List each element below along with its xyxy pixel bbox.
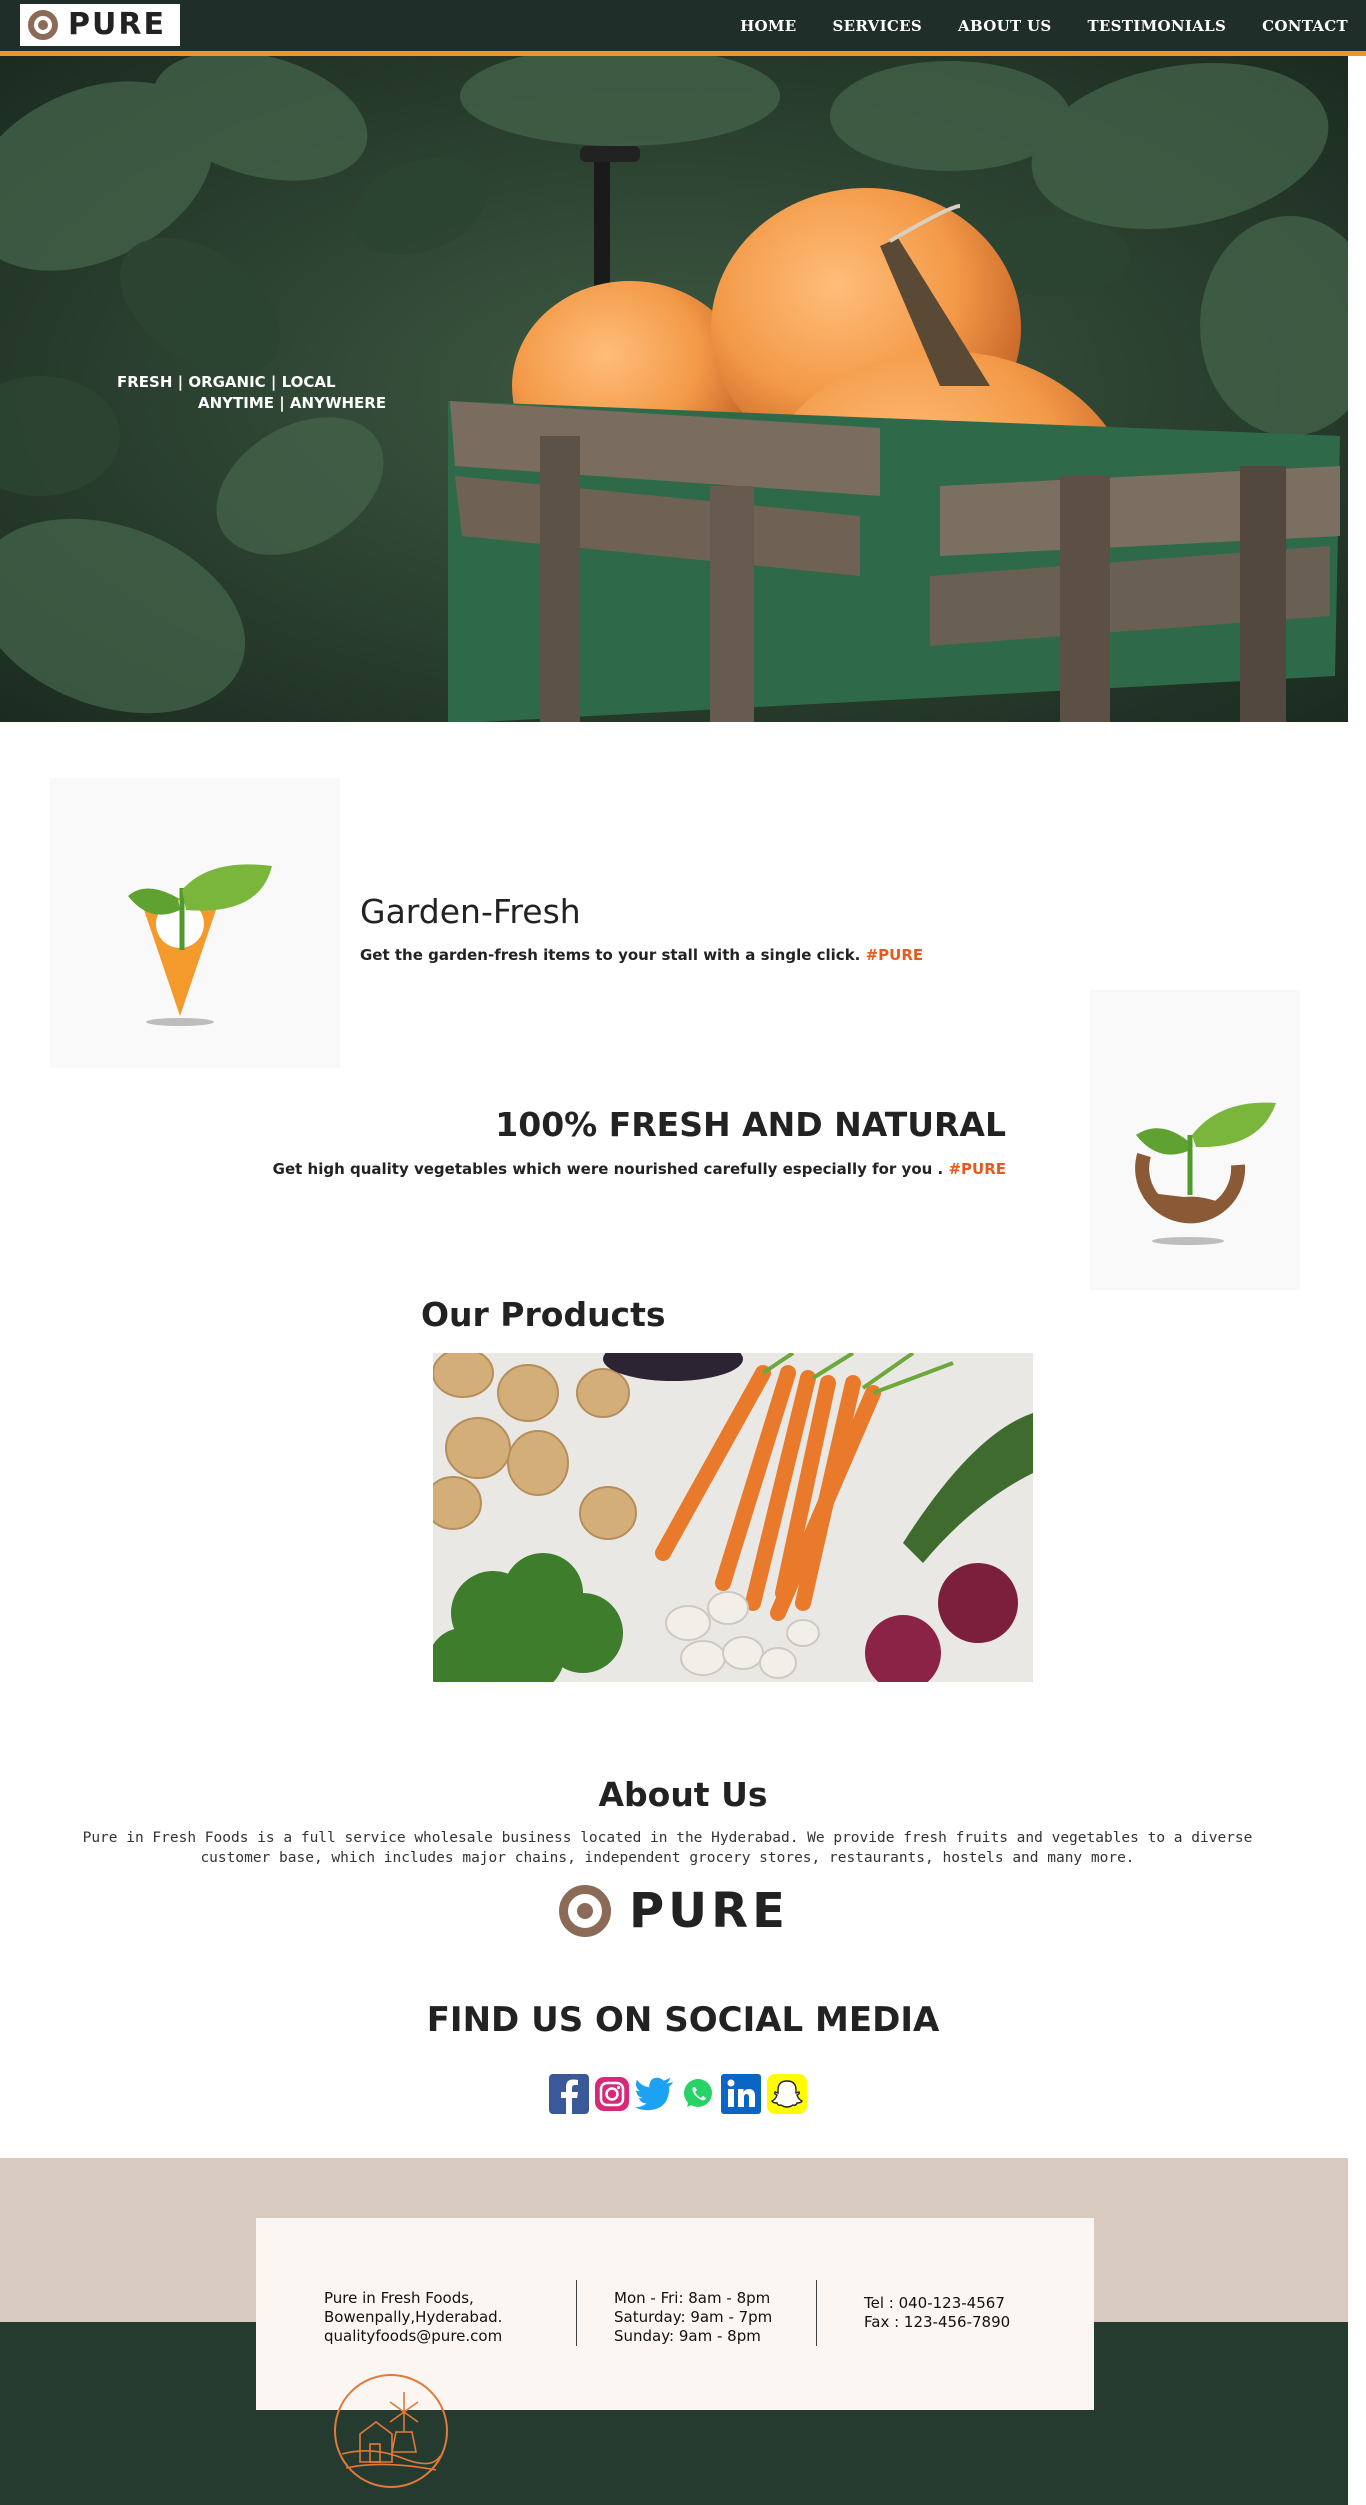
linkedin-icon[interactable] — [721, 2074, 761, 2114]
twitter-icon[interactable] — [635, 2074, 675, 2114]
nav-home[interactable]: HOME — [740, 17, 796, 35]
hero-banner: FRESH | ORGANIC | LOCAL ANYTIME | ANYWHE… — [0, 56, 1348, 722]
footer-divider — [576, 2280, 577, 2346]
feature-fresh-natural-desc: Get high quality vegetables which were n… — [272, 1160, 1006, 1178]
footer-phone[interactable]: Tel : 040-123-4567 — [864, 2294, 1010, 2313]
logo-wordmark: PURE — [629, 1883, 789, 1939]
logo-mark-icon — [559, 1885, 611, 1937]
social-title: FIND US ON SOCIAL MEDIA — [426, 2000, 940, 2040]
hashtag: #PURE — [865, 946, 924, 964]
social-icons — [549, 2074, 807, 2114]
footer-divider — [816, 2280, 817, 2346]
nav-testimonials[interactable]: TESTIMONIALS — [1087, 17, 1226, 35]
about-title: About Us — [598, 1775, 768, 1814]
facebook-icon[interactable] — [549, 2074, 589, 2114]
about-logo: PURE — [559, 1885, 789, 1937]
navbar: PURE HOME SERVICES ABOUT US TESTIMONIALS… — [0, 0, 1366, 56]
footer-fax: Fax : 123-456-7890 — [864, 2313, 1011, 2331]
footer-hours-line: Mon - Fri: 8am - 8pm — [614, 2289, 771, 2307]
snapchat-icon[interactable] — [767, 2074, 807, 2114]
products-image — [433, 1353, 1033, 1682]
footer-hours: Mon - Fri: 8am - 8pm Saturday: 9am - 7pm… — [614, 2289, 772, 2346]
logo-wordmark: PURE — [68, 7, 166, 42]
nav-about-us[interactable]: ABOUT US — [958, 17, 1051, 35]
nav-contact[interactable]: CONTACT — [1262, 17, 1348, 35]
nav-services[interactable]: SERVICES — [833, 17, 922, 35]
footer-address-line: Pure in Fresh Foods, — [324, 2289, 474, 2307]
main-nav: HOME SERVICES ABOUT US TESTIMONIALS CONT… — [740, 0, 1348, 51]
footer-address-line: Bowenpally,Hyderabad. — [324, 2308, 503, 2326]
feature-garden-fresh-desc: Get the garden-fresh items to your stall… — [360, 946, 924, 964]
footer-hours-line: Sunday: 9am - 8pm — [614, 2327, 761, 2345]
footer-contact: Tel : 040-123-4567 Fax : 123-456-7890 — [864, 2294, 1010, 2332]
hero-tagline: FRESH | ORGANIC | LOCAL ANYTIME | ANYWHE… — [117, 372, 386, 414]
footer-address: Pure in Fresh Foods, Bowenpally,Hyderaba… — [324, 2289, 502, 2346]
feature-garden-fresh-title: Garden-Fresh — [360, 892, 581, 931]
hero-tagline-line2: ANYTIME | ANYWHERE — [198, 394, 387, 412]
footer-email[interactable]: qualityfoods@pure.com — [324, 2327, 502, 2346]
hero-tagline-line1: FRESH | ORGANIC | LOCAL — [117, 373, 336, 391]
windmill-emblem-icon — [334, 2374, 448, 2488]
whatsapp-icon[interactable] — [681, 2074, 715, 2114]
brand-logo[interactable]: PURE — [20, 4, 180, 46]
about-text: Pure in Fresh Foods is a full service wh… — [82, 1830, 1253, 1866]
instagram-icon[interactable] — [595, 2077, 629, 2111]
location-leaf-icon — [128, 864, 272, 1026]
products-title: Our Products — [421, 1295, 666, 1334]
feature-fresh-natural-title: 100% FRESH AND NATURAL — [495, 1105, 1006, 1144]
footer-hours-line: Saturday: 9am - 7pm — [614, 2308, 773, 2326]
hand-sprout-icon — [1135, 1102, 1276, 1245]
logo-mark-icon — [28, 10, 58, 40]
hashtag: #PURE — [948, 1160, 1006, 1178]
